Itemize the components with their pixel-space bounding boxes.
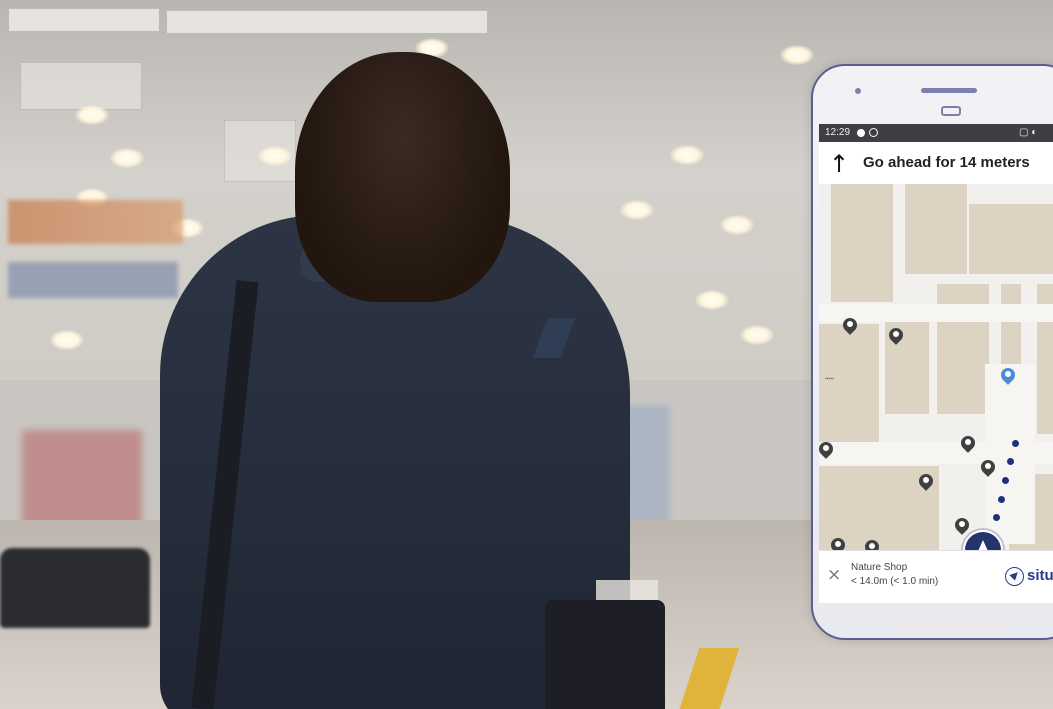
phone-speaker bbox=[921, 88, 977, 93]
status-time: 12:29 bbox=[825, 127, 851, 138]
ceiling-panel bbox=[166, 10, 488, 34]
ceiling-light bbox=[620, 200, 654, 220]
map-pin-icon[interactable] bbox=[889, 328, 903, 345]
store-sign bbox=[8, 262, 178, 298]
route-dot bbox=[998, 496, 1005, 503]
front-camera bbox=[855, 88, 861, 94]
phone-sensor bbox=[941, 106, 961, 116]
ceiling-light bbox=[670, 145, 704, 165]
ceiling-light bbox=[110, 148, 144, 168]
ceiling-light bbox=[720, 215, 754, 235]
ceiling-light bbox=[740, 325, 774, 345]
route-dot bbox=[993, 514, 1000, 521]
ceiling-light bbox=[75, 105, 109, 125]
shopping-bag bbox=[545, 600, 665, 709]
destination-name: Nature Shop bbox=[851, 562, 908, 573]
map-store-block bbox=[831, 184, 893, 302]
route-dot bbox=[1012, 440, 1019, 447]
arrow-up-icon: ↑ bbox=[829, 150, 850, 178]
map-store-block bbox=[969, 204, 1053, 274]
navigation-instruction-bar: ↑ Go ahead for 14 meters bbox=[819, 142, 1053, 184]
status-icon bbox=[857, 129, 865, 137]
map-label: ▪▪▪▪▪ bbox=[825, 376, 834, 382]
navigation-icon bbox=[1005, 567, 1024, 586]
map-store-block bbox=[1001, 284, 1021, 364]
map-store-block bbox=[819, 324, 879, 444]
map-pin-icon[interactable] bbox=[919, 474, 933, 491]
brand-logo-text: situ bbox=[1027, 567, 1053, 584]
status-bar: 12:29 ▢ ◐ bbox=[819, 124, 1053, 142]
system-icons: ▢ ◐ bbox=[1019, 127, 1038, 138]
map-pin-icon[interactable] bbox=[865, 540, 879, 550]
close-icon[interactable]: × bbox=[827, 565, 841, 585]
route-dot bbox=[1002, 477, 1009, 484]
map-pin-icon[interactable] bbox=[819, 442, 833, 459]
ceiling-light bbox=[780, 45, 814, 65]
indoor-map[interactable]: ▪▪▪▪▪ bbox=[819, 184, 1053, 550]
map-pin-icon[interactable] bbox=[955, 518, 969, 535]
woman-hair bbox=[295, 52, 510, 302]
route-dot bbox=[1007, 458, 1014, 465]
ceiling-panel bbox=[20, 62, 142, 110]
store-sign bbox=[8, 200, 183, 244]
map-pin-icon[interactable] bbox=[831, 538, 845, 550]
ceiling-light bbox=[50, 330, 84, 350]
status-icon bbox=[869, 128, 878, 137]
phone-overlay: 12:29 ▢ ◐ ↑ Go ahead for 14 meters ▪▪▪▪▪… bbox=[811, 64, 1053, 640]
destination-eta: < 14.0m (< 1.0 min) bbox=[851, 576, 939, 587]
map-pin-icon[interactable] bbox=[1001, 368, 1015, 385]
instruction-text: Go ahead for 14 meters bbox=[863, 154, 1030, 171]
map-store-block bbox=[905, 184, 967, 274]
ceiling-light bbox=[258, 146, 292, 166]
map-pin-icon[interactable] bbox=[961, 436, 975, 453]
map-pin-icon[interactable] bbox=[843, 318, 857, 335]
ceiling-light bbox=[695, 290, 729, 310]
bench bbox=[0, 548, 150, 628]
map-pin-icon[interactable] bbox=[981, 460, 995, 477]
ceiling-panel bbox=[8, 8, 160, 32]
destination-card: × Nature Shop < 14.0m (< 1.0 min) situ bbox=[819, 550, 1053, 603]
